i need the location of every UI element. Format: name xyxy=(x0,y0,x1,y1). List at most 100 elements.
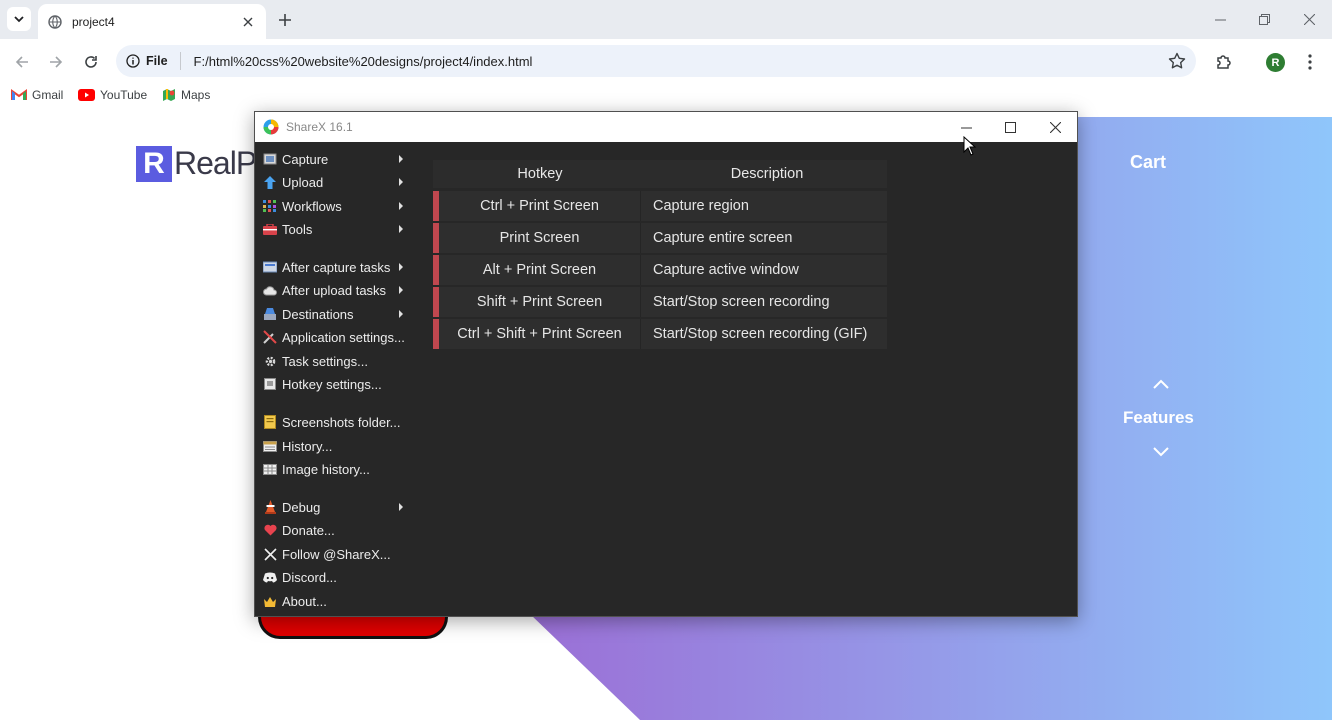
hotkey-description: Start/Stop screen recording (GIF) xyxy=(653,326,868,342)
sharex-title: ShareX 16.1 xyxy=(286,120,353,134)
menu-label: About... xyxy=(282,593,327,609)
menu-label: Screenshots folder... xyxy=(282,414,401,430)
tools-icon xyxy=(263,222,277,236)
plus-icon xyxy=(279,14,291,26)
hotkey-row[interactable]: Ctrl + Print Screen Capture region xyxy=(433,191,887,221)
image-history-icon xyxy=(263,462,277,476)
extensions-button[interactable] xyxy=(1213,51,1235,73)
browser-minimize-button[interactable] xyxy=(1209,7,1231,31)
menu-label: Application settings... xyxy=(282,329,405,345)
menu-history[interactable]: History... xyxy=(255,435,413,457)
close-icon xyxy=(243,17,253,26)
menu-task-settings[interactable]: Task settings... xyxy=(255,350,413,372)
address-bar[interactable]: File F:/html%20css%20website%20designs/p… xyxy=(116,45,1196,77)
menu-about[interactable]: About... xyxy=(255,590,413,612)
hotkey-row[interactable]: Alt + Print Screen Capture active window xyxy=(433,255,887,285)
browser-menu-button[interactable] xyxy=(1299,51,1321,73)
menu-discord[interactable]: Discord... xyxy=(255,566,413,588)
menu-capture[interactable]: Capture xyxy=(255,148,413,170)
hotkey-row[interactable]: Print Screen Capture entire screen xyxy=(433,223,887,253)
profile-avatar[interactable]: R xyxy=(1266,53,1285,72)
menu-donate[interactable]: Donate... xyxy=(255,519,413,541)
browser-toolbar: File F:/html%20css%20website%20designs/p… xyxy=(0,39,1332,84)
sharex-window: ShareX 16.1 Capture Upload Workflows Too… xyxy=(254,111,1078,617)
chevron-up-icon[interactable] xyxy=(1151,378,1171,390)
submenu-arrow-icon xyxy=(399,503,403,511)
menu-debug[interactable]: Debug xyxy=(255,496,413,518)
bookmark-star-icon[interactable] xyxy=(1168,52,1186,70)
x-icon xyxy=(263,547,277,561)
tab-search-button[interactable] xyxy=(7,7,31,31)
bookmark-gmail[interactable]: Gmail xyxy=(11,88,63,102)
menu-upload[interactable]: Upload xyxy=(255,171,413,193)
hotkey-row[interactable]: Ctrl + Shift + Print Screen Start/Stop s… xyxy=(433,319,887,349)
info-icon xyxy=(126,54,140,68)
new-tab-button[interactable] xyxy=(274,9,296,31)
browser-close-button[interactable] xyxy=(1298,7,1320,31)
application-settings-icon xyxy=(263,330,277,344)
capture-icon xyxy=(263,152,277,166)
nav-features[interactable]: Features xyxy=(1123,408,1194,428)
bookmark-label: YouTube xyxy=(100,88,148,102)
menu-application-settings[interactable]: Application settings... xyxy=(255,326,413,348)
bookmark-maps[interactable]: Maps xyxy=(162,88,210,102)
menu-follow[interactable]: Follow @ShareX... xyxy=(255,543,413,565)
sharex-maximize-button[interactable] xyxy=(996,116,1024,138)
chevron-down-icon xyxy=(14,16,24,23)
browser-restore-button[interactable] xyxy=(1253,7,1275,31)
browser-tab[interactable]: project4 xyxy=(38,4,266,39)
menu-after-upload-tasks[interactable]: After upload tasks xyxy=(255,279,413,301)
minimize-icon xyxy=(960,127,972,128)
forward-button[interactable] xyxy=(43,49,69,75)
sharex-minimize-button[interactable] xyxy=(952,116,980,138)
heart-icon xyxy=(263,523,277,537)
hotkey-key: Print Screen xyxy=(439,223,641,253)
tab-close-button[interactable] xyxy=(240,14,256,30)
hotkey-description: Capture active window xyxy=(653,262,799,278)
destinations-icon xyxy=(263,307,277,321)
restore-icon xyxy=(1258,13,1270,25)
menu-workflows[interactable]: Workflows xyxy=(255,195,413,217)
site-info-chip[interactable]: File xyxy=(126,52,181,70)
menu-hotkey-settings[interactable]: Hotkey settings... xyxy=(255,373,413,395)
crown-icon xyxy=(263,594,277,608)
column-header-description[interactable]: Description xyxy=(647,166,887,182)
bookmark-youtube[interactable]: YouTube xyxy=(78,88,147,102)
menu-destinations[interactable]: Destinations xyxy=(255,303,413,325)
submenu-arrow-icon xyxy=(399,178,403,186)
hotkey-key: Alt + Print Screen xyxy=(439,255,641,285)
nav-cart[interactable]: Cart xyxy=(1130,152,1166,173)
sharex-titlebar[interactable]: ShareX 16.1 xyxy=(255,112,1077,142)
menu-after-capture-tasks[interactable]: After capture tasks xyxy=(255,256,413,278)
hotkey-row[interactable]: Shift + Print Screen Start/Stop screen r… xyxy=(433,287,887,317)
hotkey-description: Capture entire screen xyxy=(653,230,793,246)
hotkey-settings-icon xyxy=(263,377,277,391)
reload-button[interactable] xyxy=(78,49,104,75)
kebab-menu-icon xyxy=(1308,54,1312,70)
bookmark-label: Maps xyxy=(181,88,211,102)
menu-label: After capture tasks xyxy=(282,259,391,275)
column-header-hotkey[interactable]: Hotkey xyxy=(433,166,647,182)
mouse-cursor-icon xyxy=(963,136,977,156)
menu-label: Upload xyxy=(282,174,324,190)
menu-screenshots-folder[interactable]: Screenshots folder... xyxy=(255,411,413,433)
arrow-left-icon xyxy=(15,56,28,68)
screenshots-folder-icon xyxy=(263,415,277,429)
after-upload-icon xyxy=(263,283,277,297)
menu-tools[interactable]: Tools xyxy=(255,218,413,240)
menu-image-history[interactable]: Image history... xyxy=(255,458,413,480)
url-text[interactable]: F:/html%20css%20website%20designs/projec… xyxy=(194,54,533,69)
menu-label: Workflows xyxy=(282,198,342,214)
chevron-down-icon[interactable] xyxy=(1151,446,1171,458)
globe-icon xyxy=(48,14,62,29)
after-capture-icon xyxy=(263,260,277,274)
site-logo[interactable]: R RealPh xyxy=(136,145,274,182)
tab-title: project4 xyxy=(72,14,115,29)
sharex-logo-icon xyxy=(263,119,279,135)
sharex-close-button[interactable] xyxy=(1041,116,1069,138)
tab-strip: project4 xyxy=(0,0,1332,39)
upload-icon xyxy=(263,175,277,189)
reload-icon xyxy=(85,56,97,68)
back-button[interactable] xyxy=(9,49,35,75)
bookmarks-bar: Gmail YouTube Maps xyxy=(0,84,1332,112)
